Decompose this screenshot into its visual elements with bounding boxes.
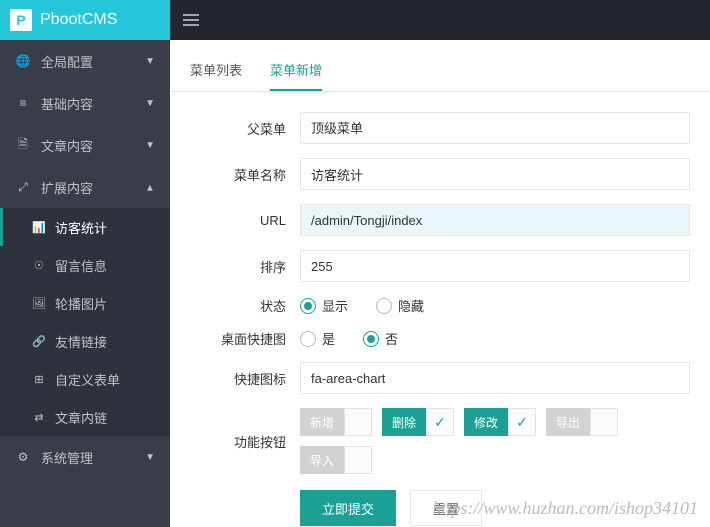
switch-label: 新增 [300,408,344,436]
target-icon: ☉ [31,259,47,272]
shortcut-yes-radio[interactable]: 是 [300,329,335,348]
radio-label: 否 [385,329,398,348]
logo[interactable]: P PbootCMS [0,0,170,40]
icon-input[interactable] [300,362,690,394]
tab-menu-list[interactable]: 菜单列表 [190,60,242,91]
sidebar-group-label: 全局配置 [41,52,93,71]
switch-label: 导入 [300,446,344,474]
sidebar-group-system[interactable]: ⚙ 系统管理 ▼ [0,436,170,478]
tab-menu-add[interactable]: 菜单新增 [270,60,322,91]
sidebar-item-message[interactable]: ☉ 留言信息 [0,246,170,284]
sidebar-item-label: 轮播图片 [55,294,107,313]
sidebar-group-basic[interactable]: ≡ 基础内容 ▼ [0,82,170,124]
switch-label: 删除 [382,408,426,436]
switch-label: 导出 [546,408,590,436]
brand-text: PbootCMS [40,11,117,29]
globe-icon: 🌐 [15,54,31,68]
sidebar-item-customform[interactable]: ⊞ 自定义表单 [0,360,170,398]
file-icon: 🗎 [15,135,31,156]
sort-input[interactable] [300,250,690,282]
sidebar-group-label: 基础内容 [41,94,93,113]
grid-icon: ⊞ [31,373,47,386]
shortcut-no-radio[interactable]: 否 [363,329,398,348]
logo-icon: P [10,9,32,31]
status-show-radio[interactable]: 显示 [300,296,348,315]
chevron-down-icon: ▼ [145,56,155,67]
image-icon: 🖼 [31,297,47,310]
sidebar-item-label: 友情链接 [55,332,107,351]
switch-label: 修改 [464,408,508,436]
menu-toggle-button[interactable] [170,0,210,40]
sidebar-item-label: 留言信息 [55,256,107,275]
status-hide-radio[interactable]: 隐藏 [376,296,424,315]
chart-icon: 📊 [31,221,47,234]
shortcut-label: 桌面快捷图 [190,329,300,348]
switch-mod[interactable]: 修改 ✓ [464,408,536,436]
radio-icon [300,298,316,314]
sidebar-group-label: 系统管理 [41,448,93,467]
sidebar-group-label: 文章内容 [41,136,93,155]
reset-button[interactable]: 重置 [410,490,482,526]
name-label: 菜单名称 [190,165,300,184]
url-label: URL [190,213,300,228]
switch-box [590,408,618,436]
url-input[interactable] [300,204,690,236]
chevron-up-icon: ▼ [145,182,155,193]
sidebar-item-carousel[interactable]: 🖼 轮播图片 [0,284,170,322]
parent-label: 父菜单 [190,119,300,138]
link-icon: 🔗 [31,335,47,348]
radio-icon [376,298,392,314]
sidebar-item-links[interactable]: 🔗 友情链接 [0,322,170,360]
radio-label: 隐藏 [398,296,424,315]
sidebar-item-label: 访客统计 [55,218,107,237]
chevron-down-icon: ▼ [145,452,155,463]
radio-label: 是 [322,329,335,348]
name-input[interactable] [300,158,690,190]
sidebar-item-innerlink[interactable]: ⇄ 文章内链 [0,398,170,436]
switch-del[interactable]: 删除 ✓ [382,408,454,436]
switch-exp[interactable]: 导出 [546,408,618,436]
icon-label: 快捷图标 [190,369,300,388]
check-icon: ✓ [508,408,536,436]
switch-box [344,408,372,436]
sidebar: 🌐 全局配置 ▼ ≡ 基础内容 ▼ 🗎 文章内容 ▼ ⤢ 扩展内容 ▼ 📊 访客… [0,40,170,527]
sort-label: 排序 [190,257,300,276]
list-icon: ≡ [15,96,31,110]
sidebar-item-label: 文章内链 [55,408,107,427]
check-icon: ✓ [426,408,454,436]
hamburger-icon [183,19,199,21]
radio-icon [363,331,379,347]
sidebar-group-extend[interactable]: ⤢ 扩展内容 ▼ [0,166,170,208]
radio-label: 显示 [322,296,348,315]
switch-box [344,446,372,474]
parent-select[interactable]: 顶级菜单 [300,112,690,144]
switch-add[interactable]: 新增 [300,408,372,436]
sidebar-item-label: 自定义表单 [55,370,120,389]
sidebar-group-global[interactable]: 🌐 全局配置 ▼ [0,40,170,82]
radio-icon [300,331,316,347]
funcbtn-label: 功能按钮 [190,432,300,451]
chevron-down-icon: ▼ [145,140,155,151]
status-label: 状态 [190,296,300,315]
sidebar-item-visitor-stats[interactable]: 📊 访客统计 [0,208,170,246]
chevron-down-icon: ▼ [145,98,155,109]
submit-button[interactable]: 立即提交 [300,490,396,526]
switch-imp[interactable]: 导入 [300,446,372,474]
shuffle-icon: ⇄ [31,411,47,424]
sidebar-group-article[interactable]: 🗎 文章内容 ▼ [0,124,170,166]
expand-icon: ⤢ [15,180,31,195]
gear-icon: ⚙ [15,450,31,464]
main-content: 菜单列表 菜单新增 父菜单 顶级菜单 菜单名称 URL [170,40,710,527]
sidebar-group-label: 扩展内容 [41,178,93,197]
